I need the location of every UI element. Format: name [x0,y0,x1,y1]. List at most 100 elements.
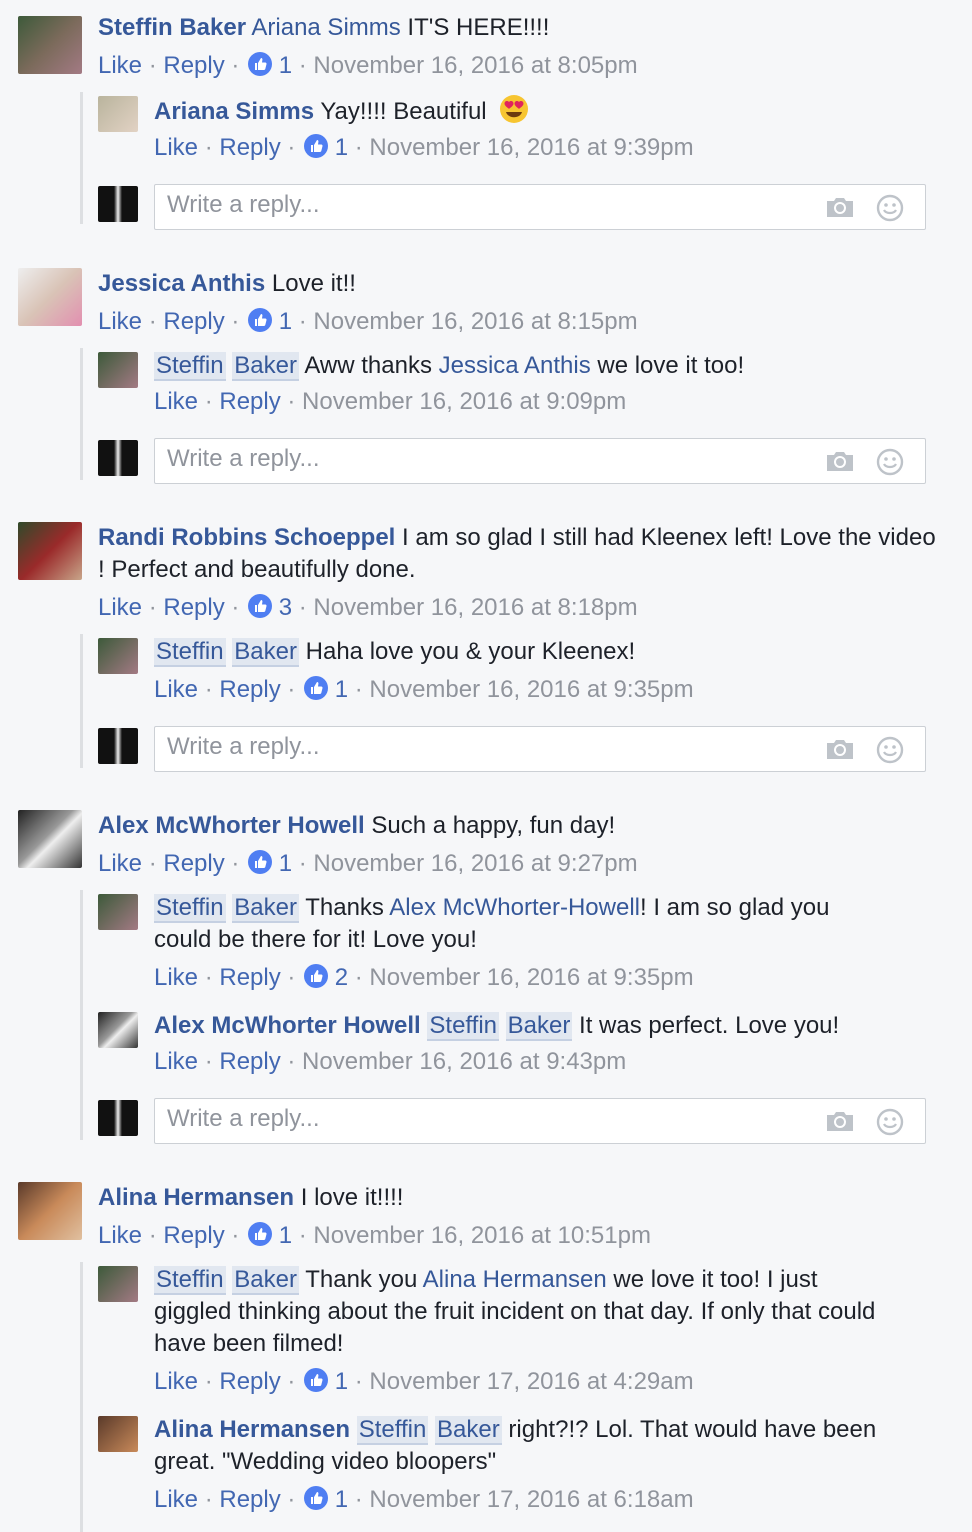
like-count[interactable]: 1 [335,1368,348,1395]
author-link[interactable]: Alex McWhorter Howell [154,1012,421,1039]
reply-link[interactable]: Reply [163,850,224,877]
timestamp[interactable]: November 16, 2016 at 9:09pm [302,388,626,415]
like-badge-icon[interactable] [304,134,329,158]
like-link[interactable]: Like [98,1222,142,1249]
mention-link[interactable]: Jessica Anthis [439,352,591,379]
tag-link[interactable]: Steffin [154,1266,226,1295]
avatar[interactable] [98,1266,138,1302]
author-link[interactable]: Randi Robbins Schoeppel [98,524,395,551]
reply-input-placeholder[interactable]: Write a reply... [167,1105,319,1133]
like-link[interactable]: Like [154,1048,198,1075]
avatar[interactable] [98,1012,138,1048]
author-link[interactable]: Alina Hermansen [154,1416,350,1443]
emoji-icon[interactable] [875,447,905,477]
avatar[interactable] [98,638,138,674]
emoji-icon[interactable] [875,193,905,223]
avatar[interactable] [18,810,82,868]
reply-link[interactable]: Reply [163,52,224,79]
like-badge-icon[interactable] [304,676,329,700]
reply-link[interactable]: Reply [219,1048,280,1075]
like-count[interactable]: 1 [335,1486,348,1513]
like-count[interactable]: 3 [279,594,292,621]
like-link[interactable]: Like [154,1486,198,1513]
like-badge-icon[interactable] [248,594,273,618]
reply-link[interactable]: Reply [219,134,280,161]
reply-composer[interactable]: Write a reply... [154,1098,926,1144]
timestamp[interactable]: November 16, 2016 at 9:35pm [369,964,693,991]
timestamp[interactable]: November 16, 2016 at 8:15pm [313,308,637,335]
mention-link[interactable]: Alex McWhorter-Howell [389,894,640,921]
like-link[interactable]: Like [154,964,198,991]
tag-link[interactable]: Baker [232,638,299,667]
like-count[interactable]: 1 [279,850,292,877]
like-link[interactable]: Like [98,52,142,79]
like-count[interactable]: 1 [279,308,292,335]
reply-link[interactable]: Reply [219,1486,280,1513]
camera-icon[interactable] [825,195,855,219]
timestamp[interactable]: November 16, 2016 at 8:18pm [313,594,637,621]
avatar[interactable] [18,522,82,580]
reply-input-placeholder[interactable]: Write a reply... [167,191,319,219]
like-link[interactable]: Like [98,308,142,335]
like-badge-icon[interactable] [304,964,329,988]
reply-composer[interactable]: Write a reply... [154,438,926,484]
like-count[interactable]: 1 [335,676,348,703]
avatar[interactable] [98,96,138,132]
tag-link[interactable]: Steffin [427,1012,499,1041]
emoji-icon[interactable] [875,735,905,765]
timestamp[interactable]: November 16, 2016 at 9:39pm [369,134,693,161]
reply-link[interactable]: Reply [163,1222,224,1249]
avatar[interactable] [98,1416,138,1452]
author-link[interactable]: Alex McWhorter Howell [98,812,365,839]
like-badge-icon[interactable] [248,1222,273,1246]
avatar[interactable] [18,268,82,326]
tag-link[interactable]: Steffin [154,638,226,667]
like-badge-icon[interactable] [248,308,273,332]
author-link[interactable]: Steffin Baker [98,14,246,41]
reply-link[interactable]: Reply [163,594,224,621]
tag-link[interactable]: Steffin [356,1416,429,1445]
reply-link[interactable]: Reply [219,1368,280,1395]
like-link[interactable]: Like [154,134,198,161]
like-link[interactable]: Like [154,676,198,703]
emoji-icon[interactable] [875,1107,905,1137]
tag-link[interactable]: Steffin [154,352,226,381]
mention-link[interactable]: Ariana Simms [251,14,400,41]
timestamp[interactable]: November 16, 2016 at 10:51pm [313,1222,651,1249]
tag-link[interactable]: Baker [232,352,299,381]
reply-link[interactable]: Reply [219,388,280,415]
timestamp[interactable]: November 16, 2016 at 9:43pm [302,1048,626,1075]
like-count[interactable]: 2 [335,964,348,991]
reply-link[interactable]: Reply [219,964,280,991]
like-count[interactable]: 1 [279,52,292,79]
tag-link[interactable]: Baker [232,894,299,923]
author-link[interactable]: Jessica Anthis [98,270,265,297]
camera-icon[interactable] [825,737,855,761]
like-badge-icon[interactable] [248,52,273,76]
like-link[interactable]: Like [98,850,142,877]
timestamp[interactable]: November 16, 2016 at 8:05pm [313,52,637,79]
timestamp[interactable]: November 16, 2016 at 9:27pm [313,850,637,877]
avatar[interactable] [18,16,82,74]
like-badge-icon[interactable] [304,1368,329,1392]
reply-composer[interactable]: Write a reply... [154,726,926,772]
like-count[interactable]: 1 [335,134,348,161]
like-link[interactable]: Like [154,1368,198,1395]
timestamp[interactable]: November 17, 2016 at 6:18am [369,1486,693,1513]
reply-input-placeholder[interactable]: Write a reply... [167,733,319,761]
reply-link[interactable]: Reply [219,676,280,703]
reply-link[interactable]: Reply [163,308,224,335]
tag-link[interactable]: Steffin [154,894,226,923]
timestamp[interactable]: November 16, 2016 at 9:35pm [369,676,693,703]
camera-icon[interactable] [825,1109,855,1133]
timestamp[interactable]: November 17, 2016 at 4:29am [369,1368,693,1395]
like-badge-icon[interactable] [304,1486,329,1510]
author-link[interactable]: Alina Hermansen [98,1184,294,1211]
tag-link[interactable]: Baker [232,1266,299,1295]
avatar[interactable] [98,894,138,930]
like-link[interactable]: Like [154,388,198,415]
reply-composer[interactable]: Write a reply... [154,184,926,230]
like-link[interactable]: Like [98,594,142,621]
reply-input-placeholder[interactable]: Write a reply... [167,445,319,473]
tag-link[interactable]: Baker [505,1012,573,1041]
